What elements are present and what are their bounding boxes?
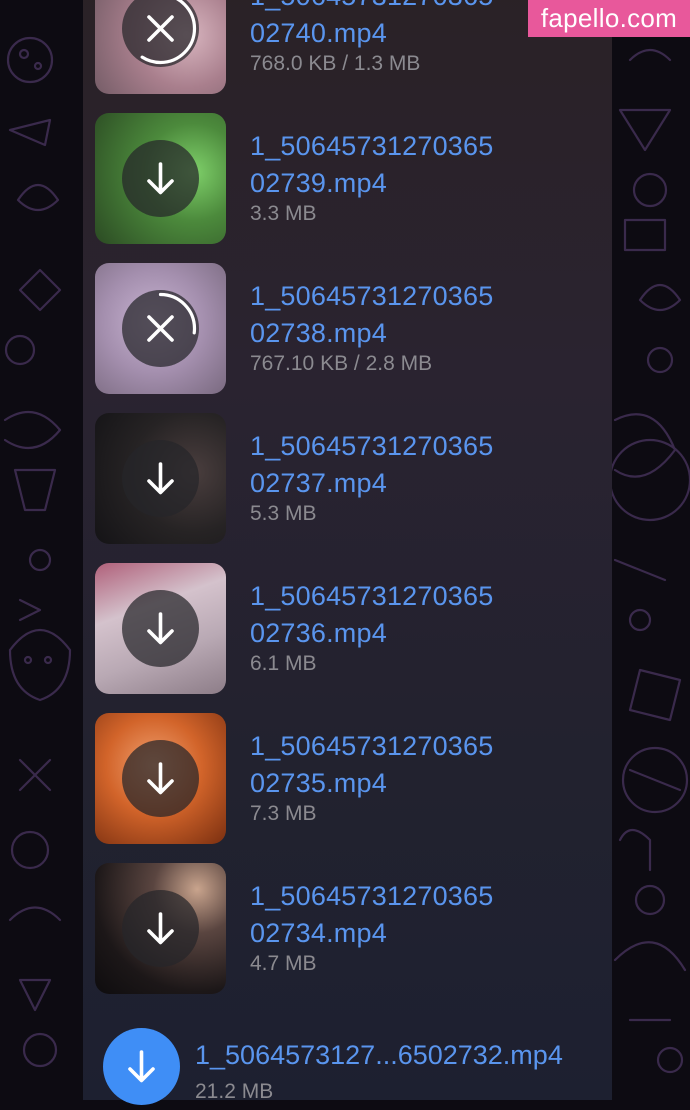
file-size: 768.0 KB / 1.3 MB xyxy=(250,52,421,75)
file-item[interactable]: 1_50645731270365 02735.mp4 7.3 MB xyxy=(83,713,612,853)
watermark-label: fapello.com xyxy=(528,0,690,37)
download-button[interactable] xyxy=(122,590,199,667)
file-size: 7.3 MB xyxy=(250,802,317,825)
download-button[interactable] xyxy=(103,1028,180,1105)
download-arrow-icon xyxy=(147,612,174,645)
download-progress-ring xyxy=(124,0,197,65)
file-name[interactable]: 1_50645731270365 02735.mp4 xyxy=(250,728,590,802)
file-item[interactable]: 1_50645731270365 02736.mp4 6.1 MB xyxy=(83,563,612,703)
cancel-download-button[interactable] xyxy=(122,290,199,367)
download-arrow-icon xyxy=(147,462,174,495)
file-item[interactable]: 1_50645731270365 02738.mp4 767.10 KB / 2.… xyxy=(83,263,612,403)
file-item[interactable]: 1_50645731270365 02737.mp4 5.3 MB xyxy=(83,413,612,553)
download-button[interactable] xyxy=(122,890,199,967)
file-list-bubble: 1_5064573127036502740.mp4 768.0 KB / 1.3… xyxy=(83,0,612,1105)
download-arrow-icon xyxy=(147,912,174,945)
file-name[interactable]: 1_50645731270365 02737.mp4 xyxy=(250,428,590,502)
video-thumbnail[interactable] xyxy=(95,713,226,844)
video-thumbnail[interactable] xyxy=(95,563,226,694)
file-size: 5.3 MB xyxy=(250,502,317,525)
download-arrow-icon xyxy=(128,1050,155,1083)
video-thumbnail[interactable] xyxy=(95,113,226,244)
file-size: 21.2 MB xyxy=(195,1080,274,1103)
video-thumbnail[interactable] xyxy=(95,863,226,994)
download-button[interactable] xyxy=(122,740,199,817)
download-arrow-icon xyxy=(147,162,174,195)
download-button[interactable] xyxy=(122,440,199,517)
video-thumbnail[interactable] xyxy=(95,263,226,394)
file-item[interactable]: 1_50645731270365 02739.mp4 3.3 MB xyxy=(83,113,612,253)
file-item[interactable]: 1_50645731270365 02734.mp4 4.7 MB xyxy=(83,863,612,1003)
file-size: 767.10 KB / 2.8 MB xyxy=(250,352,433,375)
file-size: 4.7 MB xyxy=(250,952,317,975)
video-thumbnail[interactable] xyxy=(95,413,226,544)
file-name[interactable]: 1_50645731270365 02738.mp4 xyxy=(250,278,590,352)
download-arrow-icon xyxy=(147,762,174,795)
cancel-icon xyxy=(124,0,197,65)
download-button[interactable] xyxy=(122,140,199,217)
file-name[interactable]: 1_5064573127...6502732.mp4 xyxy=(195,1040,563,1071)
file-name[interactable]: 1_50645731270365 02734.mp4 xyxy=(250,878,590,952)
file-size: 6.1 MB xyxy=(250,652,317,675)
cancel-icon xyxy=(124,292,197,365)
file-name[interactable]: 1_50645731270365 02739.mp4 xyxy=(250,128,590,202)
file-item[interactable]: 1_5064573127...6502732.mp4 21.2 MB xyxy=(83,1028,612,1108)
video-thumbnail[interactable] xyxy=(95,0,226,94)
cancel-download-button[interactable] xyxy=(122,0,199,67)
file-name[interactable]: 1_50645731270365 02736.mp4 xyxy=(250,578,590,652)
file-size: 3.3 MB xyxy=(250,202,317,225)
